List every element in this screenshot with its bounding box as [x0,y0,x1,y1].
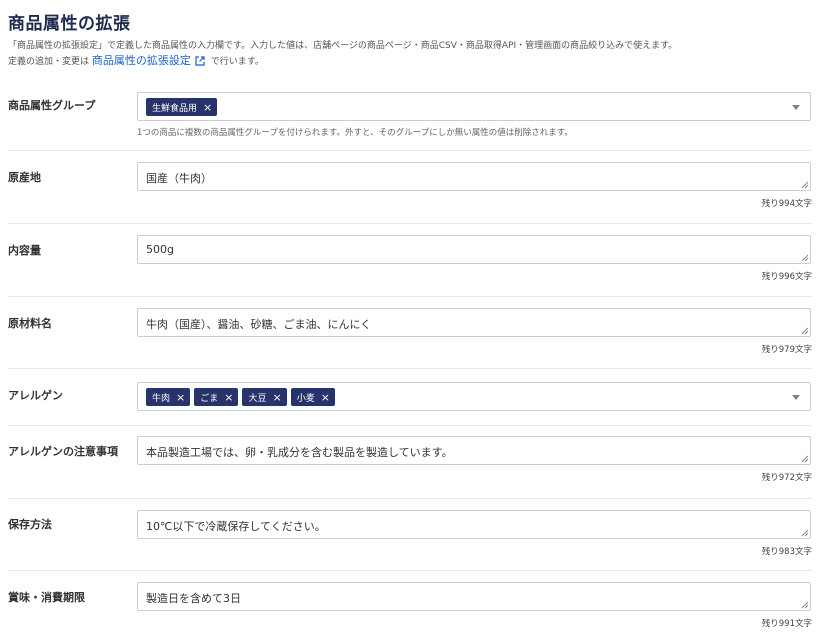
chevron-down-icon[interactable] [792,395,800,400]
volume-remaining: 残り996文字 [761,272,812,282]
origin-textarea[interactable]: 国産（牛肉） [137,162,811,191]
field-allergen: アレルゲン 牛肉 × ごま × 大豆 × 小麦 × [8,369,812,425]
attribute-group-chips: 生鮮食品用 × [146,98,218,116]
allergen-chip: 小麦 × [290,388,335,406]
field-label: アレルゲン [8,389,63,402]
origin-value: 国産（牛肉） [146,172,212,185]
allergen-select[interactable]: 牛肉 × ごま × 大豆 × 小麦 × [137,382,811,411]
storage-textarea[interactable]: 10℃以下で冷蔵保存してください。 [137,510,811,539]
allergen-note-textarea[interactable]: 本品製造工場では、卵・乳成分を含む製品を製造しています。 [137,436,811,465]
expiry-textarea[interactable]: 製造日を含めて3日 [137,582,811,611]
resize-grip-icon[interactable] [801,455,809,463]
expiry-remaining: 残り991文字 [761,619,812,629]
ingredients-textarea[interactable]: 牛肉（国産）、醤油、砂糖、ごま油、にんにく [137,308,811,337]
desc-prefix: 定義の追加・変更は [8,57,90,67]
close-icon[interactable]: × [272,392,281,403]
allergen-chip-label: 小麦 [296,393,315,404]
resize-grip-icon[interactable] [801,601,809,609]
close-icon[interactable]: × [224,392,233,403]
allergen-chips: 牛肉 × ごま × 大豆 × 小麦 × [146,388,335,406]
field-label: アレルゲンの注意事項 [8,445,118,458]
resize-grip-icon[interactable] [801,327,809,335]
field-origin: 原産地 国産（牛肉） 残り994文字 [8,151,812,223]
product-attributes-page: 商品属性の拡張 「商品属性の拡張設定」で定義した商品属性の入力欄です。入力した値… [0,0,824,642]
ingredients-remaining: 残り979文字 [761,345,812,355]
external-link-icon [195,56,205,66]
attribute-group-hint: 1つの商品に複数の商品属性グループを付けられます。外すと、そのグループにしか無い… [137,128,573,138]
close-icon[interactable]: × [203,102,212,113]
allergen-note-remaining: 残り972文字 [761,473,812,483]
resize-grip-icon[interactable] [801,254,809,262]
allergen-chip-label: ごま [200,393,219,404]
allergen-chip-label: 牛肉 [152,393,171,404]
desc-suffix: で行います。 [210,57,264,67]
close-icon[interactable]: × [321,392,330,403]
page-description: 「商品属性の拡張設定」で定義した商品属性の入力欄です。入力した値は、店舗ページの… [8,41,678,51]
ingredients-value: 牛肉（国産）、醤油、砂糖、ごま油、にんにく [146,318,372,331]
attribute-group-select[interactable]: 生鮮食品用 × [137,92,811,121]
field-storage: 保存方法 10℃以下で冷蔵保存してください。 残り983文字 [8,499,812,571]
field-label: 商品属性グループ [8,99,96,112]
field-expiry: 賞味・消費期限 製造日を含めて3日 残り991文字 [8,571,812,642]
resize-grip-icon[interactable] [801,529,809,537]
field-label: 原産地 [8,171,41,184]
attribute-group-chip: 生鮮食品用 × [146,98,218,116]
attribute-settings-link[interactable]: 商品属性の拡張設定 [92,54,208,67]
field-label: 内容量 [8,244,41,257]
attribute-settings-link-label: 商品属性の拡張設定 [91,54,191,67]
storage-remaining: 残り983文字 [761,547,812,557]
page-description-2: 定義の追加・変更は 商品属性の拡張設定 で行います。 [8,52,264,68]
field-label: 賞味・消費期限 [8,591,85,604]
allergen-note-value: 本品製造工場では、卵・乳成分を含む製品を製造しています。 [146,446,453,459]
field-ingredients: 原材料名 牛肉（国産）、醤油、砂糖、ごま油、にんにく 残り979文字 [8,297,812,369]
expiry-value: 製造日を含めて3日 [146,592,241,605]
allergen-chip-label: 大豆 [248,393,267,404]
chevron-down-icon[interactable] [792,105,800,110]
resize-grip-icon[interactable] [801,181,809,189]
close-icon[interactable]: × [176,392,185,403]
allergen-chip: 大豆 × [242,388,287,406]
origin-remaining: 残り994文字 [761,199,812,209]
storage-value: 10℃以下で冷蔵保存してください。 [146,520,326,533]
allergen-chip: ごま × [194,388,239,406]
page-title: 商品属性の拡張 [8,14,131,34]
attribute-group-chip-label: 生鮮食品用 [152,103,198,114]
field-label: 保存方法 [8,518,52,531]
field-allergen-note: アレルゲンの注意事項 本品製造工場では、卵・乳成分を含む製品を製造しています。 … [8,426,812,498]
volume-value: 500g [146,243,174,256]
field-volume: 内容量 500g 残り996文字 [8,224,812,296]
field-attribute-group: 商品属性グループ 生鮮食品用 × 1つの商品に複数の商品属性グループを付けられます… [8,85,812,145]
volume-textarea[interactable]: 500g [137,235,811,264]
field-label: 原材料名 [8,317,52,330]
allergen-chip: 牛肉 × [146,388,191,406]
